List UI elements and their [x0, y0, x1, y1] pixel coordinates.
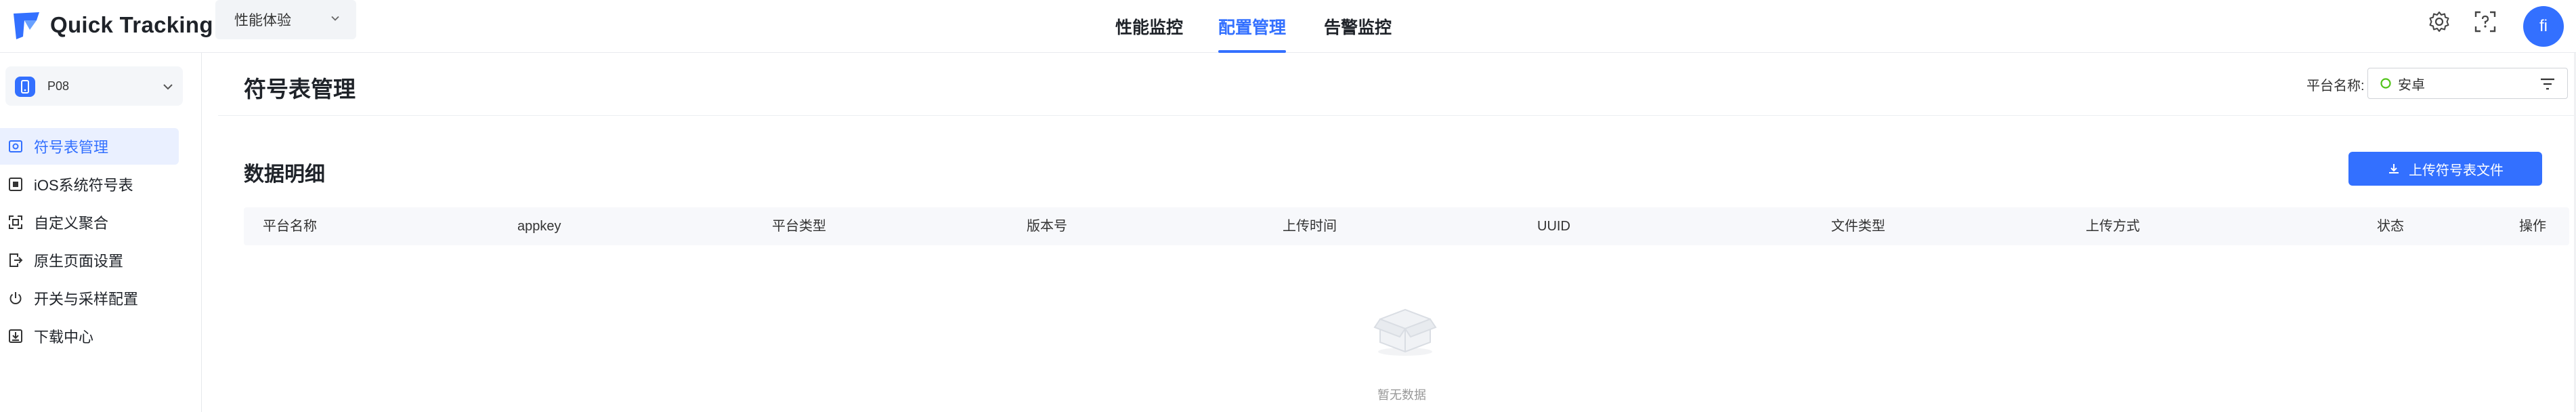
- table-header: 平台名称 appkey 平台类型 版本号 上传时间 UUID 文件类型 上传方式…: [244, 207, 2569, 245]
- empty-state-text: 暂无数据: [1377, 388, 1426, 402]
- square-icon: [9, 178, 22, 191]
- chevron-down-icon: [331, 16, 339, 21]
- column-header: 上传时间: [1283, 219, 1337, 234]
- column-header: UUID: [1537, 219, 1570, 234]
- empty-box-icon: [1373, 308, 1437, 356]
- logo-text: Quick Tracking: [50, 12, 213, 37]
- nav-tab-alerts[interactable]: 告警监控: [1324, 0, 1392, 53]
- sidebar-item-custom-aggregate[interactable]: 自定义聚合: [0, 204, 179, 241]
- upload-symbol-button[interactable]: 上传符号表文件: [2348, 152, 2542, 186]
- app-selector[interactable]: 性能体验: [215, 0, 356, 39]
- platform-value: 安卓: [2398, 77, 2425, 93]
- app-selector-value: 性能体验: [234, 13, 291, 28]
- chevron-down-icon: [163, 84, 173, 90]
- section-title: 数据明细: [244, 163, 325, 186]
- filter-icon[interactable]: [2540, 77, 2555, 91]
- sidebar-item-ios-symbol[interactable]: iOS系统符号表: [0, 166, 179, 203]
- aggregate-icon: [9, 215, 22, 229]
- power-icon: [9, 292, 22, 304]
- column-header: 操作: [2519, 219, 2546, 234]
- upload-icon: [2389, 164, 2399, 173]
- page-title: 符号表管理: [244, 77, 356, 102]
- main-content: 符号表管理 平台名称: 安卓 数据明细 上传符号表文件 平台名称 appkey …: [202, 53, 2576, 412]
- platform-label: 平台名称:: [2306, 79, 2365, 94]
- column-header: 状态: [2377, 219, 2404, 234]
- sidebar-item-native-page[interactable]: 原生页面设置: [0, 242, 179, 279]
- top-header: Quick Tracking 性能体验 性能监控 配置管理 告警监控 fi: [0, 0, 2576, 53]
- settings-icon[interactable]: [2427, 9, 2451, 34]
- logo[interactable]: Quick Tracking: [9, 9, 213, 41]
- logo-icon: [14, 12, 39, 39]
- column-header: 平台名称: [263, 219, 317, 234]
- column-header: appkey: [517, 219, 561, 234]
- divider: [218, 115, 2575, 116]
- column-header: 文件类型: [1831, 219, 1885, 234]
- nav-tab-performance[interactable]: 性能监控: [1115, 0, 1183, 53]
- download-box-icon: [9, 329, 22, 343]
- project-icon: [15, 77, 35, 97]
- platform-select[interactable]: 安卓: [2367, 68, 2568, 99]
- sidebar-item-switch-sampling[interactable]: 开关与采样配置: [0, 280, 179, 316]
- sidebar: P08 符号表管理 iOS系统符号表 自定义聚合 原生页面设置 开关与采样配置 …: [0, 53, 202, 412]
- image-icon: [9, 140, 22, 152]
- column-header: 版本号: [1027, 219, 1067, 234]
- project-name: P08: [47, 79, 70, 93]
- nav-tab-config[interactable]: 配置管理: [1218, 0, 1287, 53]
- page-exit-icon: [9, 253, 23, 267]
- sidebar-item-download-center[interactable]: 下载中心: [0, 318, 179, 354]
- user-avatar[interactable]: fi: [2523, 6, 2564, 47]
- column-header: 上传方式: [2086, 219, 2140, 234]
- project-selector[interactable]: P08: [5, 66, 183, 106]
- sidebar-item-symbol-table[interactable]: 符号表管理: [0, 128, 179, 165]
- scan-help-icon[interactable]: [2473, 9, 2497, 34]
- android-icon: [2380, 78, 2391, 89]
- column-header: 平台类型: [772, 219, 826, 234]
